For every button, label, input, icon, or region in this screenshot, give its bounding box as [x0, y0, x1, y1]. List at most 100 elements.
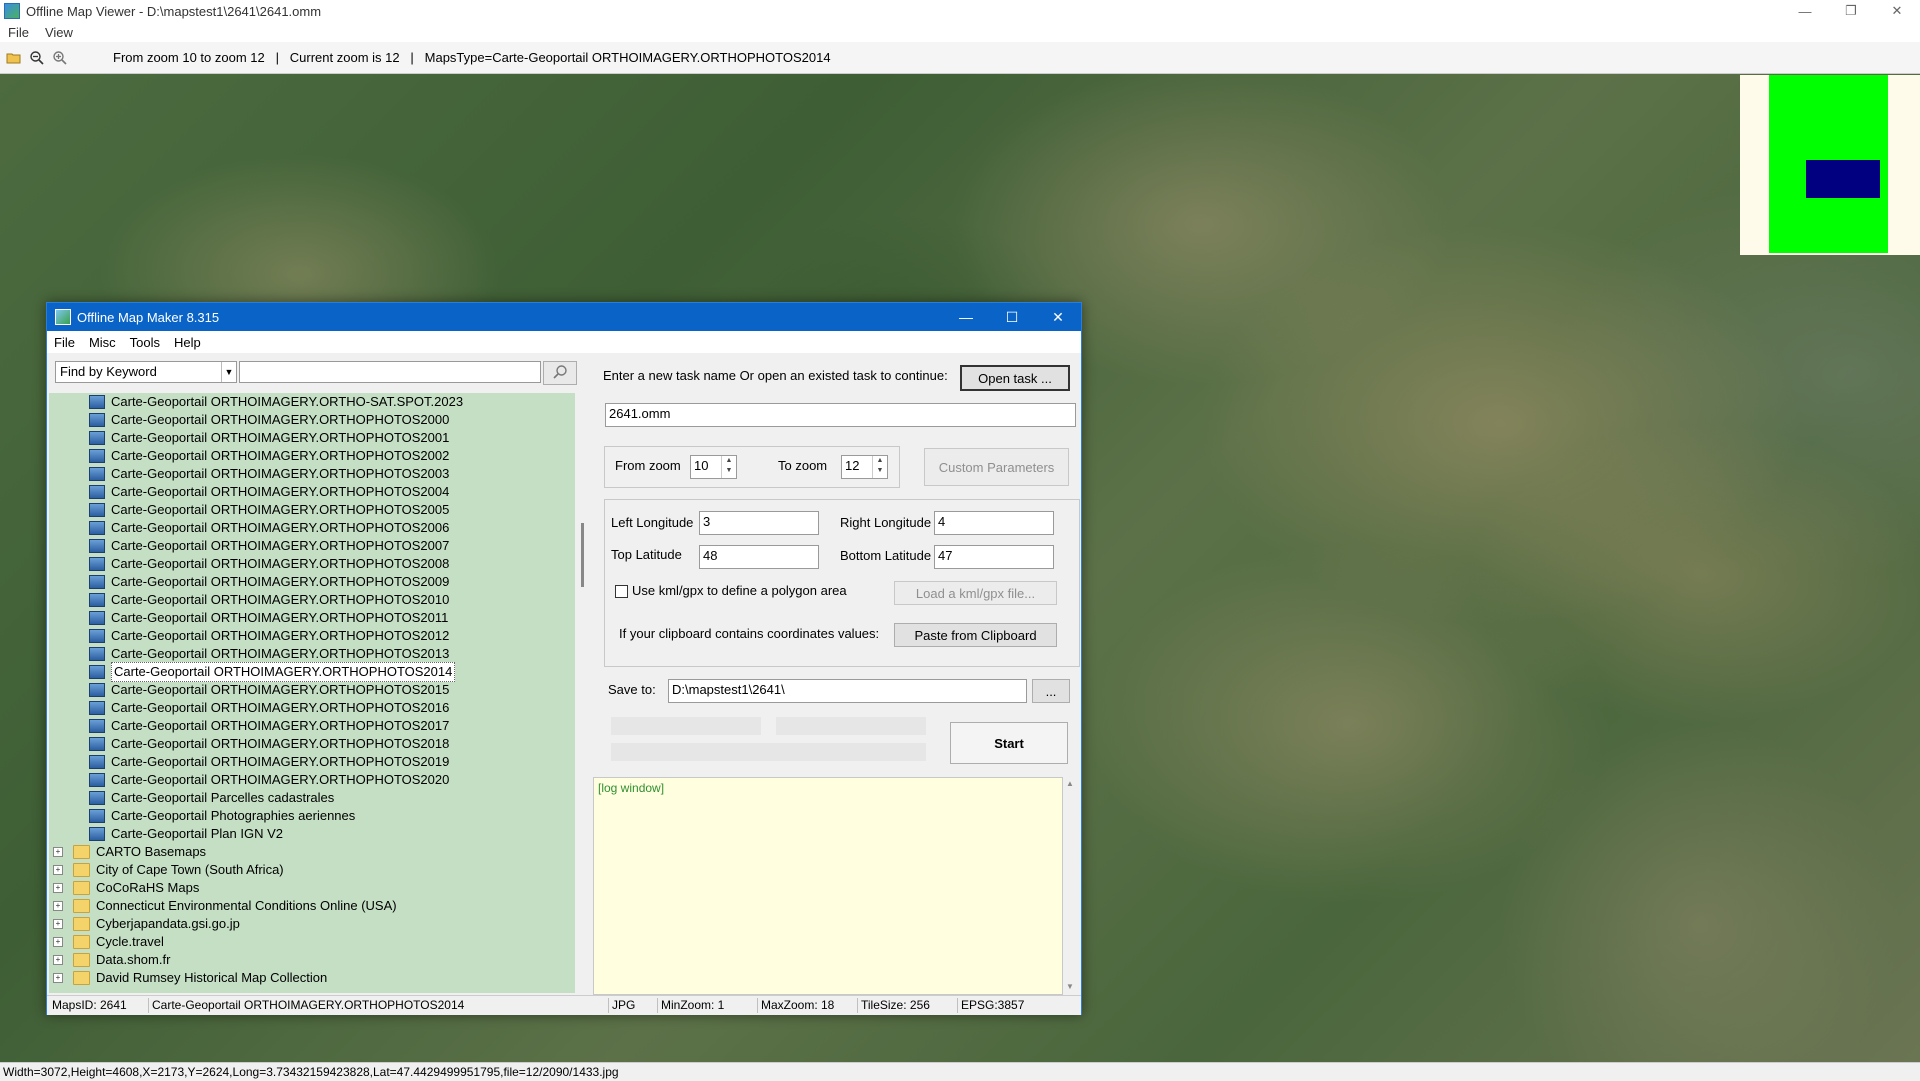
tree-folder-item[interactable]: + City of Cape Town (South Africa): [53, 861, 284, 879]
right-longitude-input[interactable]: 4: [934, 511, 1054, 535]
menu-view[interactable]: View: [37, 25, 81, 40]
log-scrollbar[interactable]: ▲ ▼: [1063, 777, 1077, 993]
tree-map-item[interactable]: Carte-Geoportail ORTHOIMAGERY.ORTHOPHOTO…: [89, 573, 449, 591]
tree-map-item[interactable]: Carte-Geoportail ORTHOIMAGERY.ORTHOPHOTO…: [89, 662, 456, 682]
zoom-out-icon[interactable]: [28, 49, 46, 67]
bottom-latitude-input[interactable]: 47: [934, 545, 1054, 569]
dialog-maximize-button[interactable]: ☐: [989, 303, 1035, 331]
log-text: [log window]: [598, 781, 665, 795]
tree-map-item[interactable]: Carte-Geoportail ORTHOIMAGERY.ORTHOPHOTO…: [89, 717, 449, 735]
expand-icon[interactable]: +: [53, 865, 63, 875]
map-layer-icon: [89, 683, 105, 697]
dialog-menu-misc[interactable]: Misc: [82, 335, 123, 350]
tree-map-item[interactable]: Carte-Geoportail ORTHOIMAGERY.ORTHOPHOTO…: [89, 483, 449, 501]
tree-folder-item[interactable]: + David Rumsey Historical Map Collection: [53, 969, 327, 987]
tree-item-label: Connecticut Environmental Conditions Onl…: [96, 898, 397, 913]
expand-icon[interactable]: +: [53, 973, 63, 983]
overview-map[interactable]: [1740, 75, 1920, 255]
expand-icon[interactable]: +: [53, 919, 63, 929]
dialog-minimize-button[interactable]: —: [943, 303, 989, 331]
tree-map-item[interactable]: Carte-Geoportail ORTHOIMAGERY.ORTHOPHOTO…: [89, 465, 449, 483]
tree-map-item[interactable]: Carte-Geoportail Plan IGN V2: [89, 825, 283, 843]
tree-map-item[interactable]: Carte-Geoportail ORTHOIMAGERY.ORTHOPHOTO…: [89, 735, 449, 753]
expand-icon[interactable]: +: [53, 955, 63, 965]
to-zoom-stepper[interactable]: 12 ▲ ▼: [841, 455, 888, 479]
scroll-down-icon[interactable]: ▼: [1063, 982, 1077, 991]
dialog-close-button[interactable]: ✕: [1035, 303, 1081, 331]
load-kml-button[interactable]: Load a kml/gpx file...: [894, 581, 1057, 605]
find-mode-select[interactable]: Find by Keyword ▼: [55, 361, 237, 383]
tree-map-item[interactable]: Carte-Geoportail Parcelles cadastrales: [89, 789, 334, 807]
minimize-button[interactable]: —: [1782, 0, 1828, 22]
tree-map-item[interactable]: Carte-Geoportail ORTHOIMAGERY.ORTHO-SAT.…: [89, 393, 463, 411]
toolbar: From zoom 10 to zoom 12 | Current zoom i…: [0, 42, 1920, 74]
tree-item-label: Carte-Geoportail ORTHOIMAGERY.ORTHOPHOTO…: [111, 412, 450, 427]
expand-icon[interactable]: +: [53, 883, 63, 893]
tree-map-item[interactable]: Carte-Geoportail ORTHOIMAGERY.ORTHOPHOTO…: [89, 645, 449, 663]
map-tree[interactable]: Carte-Geoportail ORTHOIMAGERY.ORTHO-SAT.…: [49, 393, 575, 993]
tree-map-item[interactable]: Carte-Geoportail ORTHOIMAGERY.ORTHOPHOTO…: [89, 519, 449, 537]
close-button[interactable]: ✕: [1874, 0, 1920, 22]
tree-folder-item[interactable]: + Connecticut Environmental Conditions On…: [53, 897, 397, 915]
from-zoom-stepper[interactable]: 10 ▲ ▼: [690, 455, 737, 479]
tree-map-item[interactable]: Carte-Geoportail ORTHOIMAGERY.ORTHOPHOTO…: [89, 447, 449, 465]
expand-icon[interactable]: +: [53, 847, 63, 857]
scroll-up-icon[interactable]: ▲: [1063, 779, 1077, 788]
tree-item-label: Carte-Geoportail ORTHOIMAGERY.ORTHOPHOTO…: [111, 466, 450, 481]
tree-map-item[interactable]: Carte-Geoportail ORTHOIMAGERY.ORTHOPHOTO…: [89, 501, 449, 519]
kml-checkbox[interactable]: [615, 585, 628, 598]
app-icon: [4, 3, 20, 19]
expand-icon[interactable]: +: [53, 937, 63, 947]
search-button[interactable]: [543, 361, 577, 385]
dialog-menu-tools[interactable]: Tools: [123, 335, 167, 350]
map-layer-icon: [89, 629, 105, 643]
tree-map-item[interactable]: Carte-Geoportail ORTHOIMAGERY.ORTHOPHOTO…: [89, 627, 449, 645]
tree-folder-item[interactable]: + Cyberjapandata.gsi.go.jp: [53, 915, 240, 933]
tree-map-item[interactable]: Carte-Geoportail ORTHOIMAGERY.ORTHOPHOTO…: [89, 771, 449, 789]
progress-bar-2: [776, 717, 926, 735]
tree-item-label: Carte-Geoportail ORTHOIMAGERY.ORTHOPHOTO…: [111, 556, 450, 571]
save-path-input[interactable]: D:\mapstest1\2641\: [668, 679, 1027, 703]
tree-map-item[interactable]: Carte-Geoportail ORTHOIMAGERY.ORTHOPHOTO…: [89, 429, 449, 447]
tree-folder-item[interactable]: + CoCoRaHS Maps: [53, 879, 199, 897]
tree-item-label: Carte-Geoportail ORTHOIMAGERY.ORTHOPHOTO…: [111, 448, 450, 463]
paste-clipboard-button[interactable]: Paste from Clipboard: [894, 623, 1057, 647]
tree-map-item[interactable]: Carte-Geoportail ORTHOIMAGERY.ORTHOPHOTO…: [89, 411, 449, 429]
maximize-button[interactable]: ❐: [1828, 0, 1874, 22]
tree-scrollbar[interactable]: [577, 393, 591, 993]
left-longitude-input[interactable]: 3: [699, 511, 819, 535]
tree-map-item[interactable]: Carte-Geoportail ORTHOIMAGERY.ORTHOPHOTO…: [89, 537, 449, 555]
dialog-menu-help[interactable]: Help: [167, 335, 208, 350]
tree-map-item[interactable]: Carte-Geoportail ORTHOIMAGERY.ORTHOPHOTO…: [89, 609, 448, 627]
spinner-arrows-icon[interactable]: ▲ ▼: [872, 456, 887, 478]
tree-map-item[interactable]: Carte-Geoportail ORTHOIMAGERY.ORTHOPHOTO…: [89, 681, 449, 699]
open-folder-icon[interactable]: [5, 49, 23, 67]
start-button[interactable]: Start: [950, 722, 1068, 764]
zoom-in-icon[interactable]: [51, 49, 69, 67]
tree-map-item[interactable]: Carte-Geoportail Photographies aeriennes: [89, 807, 355, 825]
tree-map-item[interactable]: Carte-Geoportail ORTHOIMAGERY.ORTHOPHOTO…: [89, 699, 449, 717]
menu-file[interactable]: File: [0, 25, 37, 40]
task-name-input[interactable]: 2641.omm: [605, 403, 1076, 427]
custom-parameters-button[interactable]: Custom Parameters: [924, 448, 1069, 486]
spinner-arrows-icon[interactable]: ▲ ▼: [721, 456, 736, 478]
map-layer-icon: [89, 701, 105, 715]
log-window[interactable]: [log window]: [593, 777, 1063, 995]
open-task-button[interactable]: Open task ...: [960, 365, 1070, 391]
folder-icon: [73, 935, 90, 949]
tree-map-item[interactable]: Carte-Geoportail ORTHOIMAGERY.ORTHOPHOTO…: [89, 555, 449, 573]
top-latitude-input[interactable]: 48: [699, 545, 819, 569]
tree-folder-item[interactable]: + Data.shom.fr: [53, 951, 170, 969]
tree-map-item[interactable]: Carte-Geoportail ORTHOIMAGERY.ORTHOPHOTO…: [89, 591, 449, 609]
tree-folder-item[interactable]: + CARTO Basemaps: [53, 843, 206, 861]
dialog-menu-file[interactable]: File: [47, 335, 82, 350]
window-title-bar: Offline Map Viewer - D:\mapstest1\2641\2…: [0, 0, 1920, 22]
tree-map-item[interactable]: Carte-Geoportail ORTHOIMAGERY.ORTHOPHOTO…: [89, 753, 449, 771]
expand-icon[interactable]: +: [53, 901, 63, 911]
browse-button[interactable]: ...: [1032, 679, 1070, 703]
tree-folder-item[interactable]: + Cycle.travel: [53, 933, 164, 951]
search-input[interactable]: [239, 361, 541, 383]
dialog-status-bar: MapsID: 2641 Carte-Geoportail ORTHOIMAGE…: [47, 995, 1081, 1015]
map-layer-icon: [89, 719, 105, 733]
from-zoom-value: 10: [694, 458, 709, 473]
